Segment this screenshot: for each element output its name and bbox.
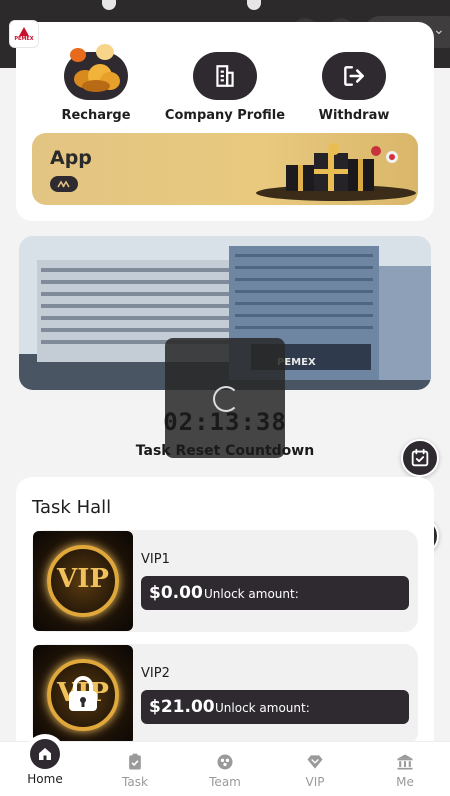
unlock-amount-label: Unlock amount: — [215, 701, 310, 715]
calendar-check-icon — [411, 448, 429, 467]
nav-label: Me — [396, 775, 414, 789]
unlock-amount-bar: $21.00 Unlock amount: — [141, 690, 409, 724]
nav-label: Team — [209, 775, 241, 789]
home-icon — [25, 734, 65, 774]
recharge-button[interactable]: Recharge — [26, 44, 166, 123]
status-dot — [247, 0, 261, 10]
vip-level-card[interactable]: VIP VIP1 $0.00 Unlock amount: — [32, 530, 418, 632]
company-profile-label: Company Profile — [164, 108, 286, 123]
brand-mark-icon — [19, 26, 29, 36]
bank-icon — [394, 751, 416, 773]
double-chevron-icon — [50, 176, 78, 192]
status-dot — [102, 0, 116, 10]
nav-item-task[interactable]: Task — [90, 742, 180, 796]
unlock-amount-value: $21.00 — [149, 697, 215, 717]
nav-label: Home — [27, 772, 63, 786]
recharge-label: Recharge — [61, 108, 131, 123]
vip-thumbnail: VIP — [33, 531, 133, 631]
withdraw-label: Withdraw — [318, 108, 390, 123]
brand-logo[interactable]: PEMEX — [9, 20, 39, 48]
quick-actions-card: Recharge Company Profile Withdraw App — [16, 22, 434, 221]
unlock-amount-label: Unlock amount: — [204, 587, 299, 601]
vip-level-name: VIP2 — [141, 666, 170, 681]
nav-label: VIP — [305, 775, 325, 789]
lock-icon — [69, 676, 97, 711]
vip-level-name: VIP1 — [141, 552, 170, 567]
nav-item-home[interactable]: Home — [0, 734, 90, 796]
checkin-button[interactable] — [401, 439, 439, 477]
unlock-amount-bar: $0.00 Unlock amount: — [141, 576, 409, 610]
withdraw-button[interactable]: Withdraw — [284, 52, 424, 123]
nav-item-vip[interactable]: VIP — [270, 742, 360, 796]
gift-boxes-illustration — [256, 143, 416, 201]
vip-level-card[interactable]: VIP VIP2 $21.00 Unlock amount: — [32, 644, 418, 746]
withdraw-icon — [344, 66, 364, 86]
nav-item-team[interactable]: Team — [180, 742, 270, 796]
vip-thumbnail: VIP — [33, 645, 133, 745]
chevron-down-icon[interactable]: ⌄ — [433, 22, 445, 38]
bottom-navigation: Home Task Team VIP Me — [0, 734, 450, 796]
coins-icon — [64, 44, 128, 100]
building-icon — [216, 65, 234, 87]
app-download-banner[interactable]: App — [32, 133, 418, 205]
company-profile-button[interactable]: Company Profile — [155, 52, 295, 123]
unlock-amount-value: $0.00 — [149, 583, 203, 603]
task-icon — [124, 751, 146, 773]
countdown-timer: 02:13:38 — [163, 408, 287, 436]
brand-logo-text: PEMEX — [14, 35, 34, 42]
countdown-label: Task Reset Countdown — [135, 443, 315, 459]
vip-diamond-icon — [304, 751, 326, 773]
nav-item-me[interactable]: Me — [360, 742, 450, 796]
task-hall-title: Task Hall — [32, 497, 112, 518]
team-icon — [214, 751, 236, 773]
nav-label: Task — [122, 775, 148, 789]
loading-overlay — [165, 338, 285, 458]
app-banner-title: App — [50, 147, 92, 169]
task-hall-card: Task Hall VIP VIP1 $0.00 Unlock amount: … — [16, 477, 434, 767]
